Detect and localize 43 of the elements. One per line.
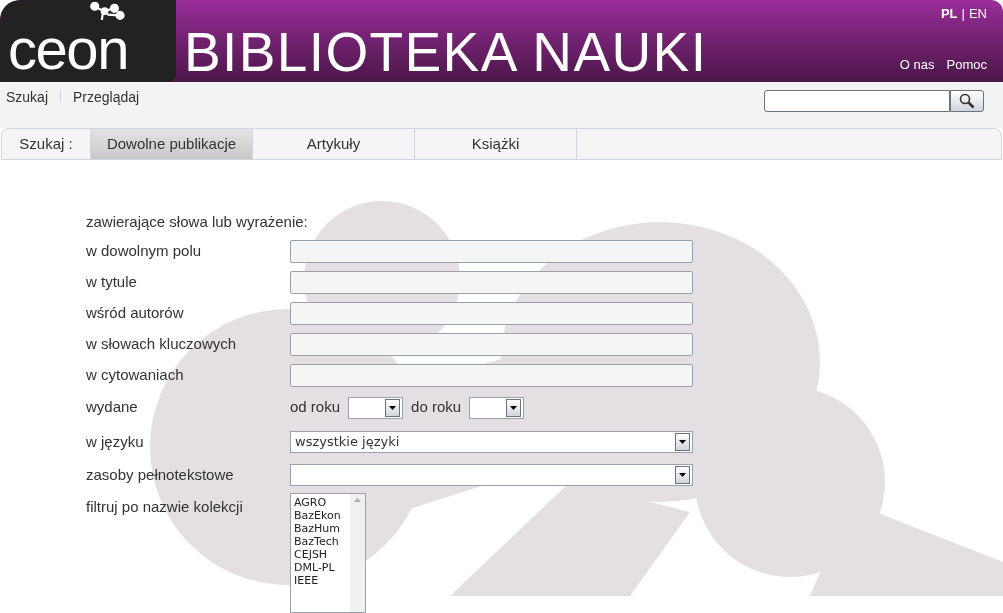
search-field[interactable] bbox=[764, 90, 950, 113]
header-link[interactable]: O nas bbox=[899, 54, 935, 75]
collection-option[interactable]: IEEE bbox=[294, 574, 350, 587]
field-label: w tytule bbox=[86, 272, 138, 293]
collection-listbox[interactable]: AGRO BazEkon BazHum BazTech CEJSH DML-PL IEEE bbox=[290, 493, 366, 613]
text-input[interactable] bbox=[290, 271, 693, 294]
language-link[interactable]: EN bbox=[968, 4, 987, 24]
field-label: w dowolnym polu bbox=[86, 241, 203, 262]
year-select[interactable] bbox=[348, 396, 404, 419]
header-link[interactable]: Pomoc bbox=[946, 54, 987, 75]
year-select[interactable] bbox=[469, 396, 525, 419]
site-title: BIBLIOTEKA NAUKI bbox=[184, 25, 708, 81]
fulltext-select[interactable] bbox=[290, 464, 693, 486]
text-input[interactable] bbox=[290, 333, 693, 356]
field-label: w słowach kluczowych bbox=[86, 334, 238, 355]
field-label: do roku bbox=[411, 397, 462, 418]
search-icon bbox=[959, 93, 975, 110]
language-select[interactable]: wszystkie języki bbox=[290, 431, 693, 453]
collection-option[interactable]: AGRO bbox=[294, 496, 350, 509]
collection-option[interactable]: BazEkon bbox=[294, 509, 350, 522]
text-input[interactable] bbox=[290, 364, 693, 387]
collection-option[interactable]: BazHum bbox=[294, 522, 350, 535]
collection-option[interactable]: CEJSH bbox=[294, 548, 350, 561]
field-label: od roku bbox=[290, 397, 341, 418]
language-separator: | bbox=[961, 5, 965, 23]
search-button[interactable] bbox=[950, 90, 984, 113]
collection-option[interactable]: BazTech bbox=[294, 535, 350, 548]
logo-text: ceon bbox=[8, 20, 129, 79]
nav-link[interactable]: Szukaj bbox=[6, 87, 49, 106]
scroll-up-icon bbox=[354, 498, 361, 502]
field-label: wydane bbox=[86, 397, 139, 418]
field-label: w języku bbox=[86, 431, 145, 452]
field-label: filtruj po nazwie kolekcji bbox=[86, 497, 244, 517]
text-input[interactable] bbox=[290, 302, 693, 325]
form-heading: zawierające słowa lub wyrażenie: bbox=[86, 212, 309, 232]
field-label: w cytowaniach bbox=[86, 365, 185, 386]
language-link[interactable]: PL bbox=[940, 4, 958, 24]
search-tab[interactable]: Dowolne publikacje bbox=[91, 129, 253, 159]
collection-option[interactable]: DML-PL bbox=[294, 561, 350, 574]
field-label: zasoby pełnotekstowe bbox=[86, 464, 235, 485]
field-label: wśród autorów bbox=[86, 303, 185, 324]
nav-link[interactable]: Przeglądaj bbox=[73, 87, 140, 106]
text-input[interactable] bbox=[290, 240, 693, 263]
